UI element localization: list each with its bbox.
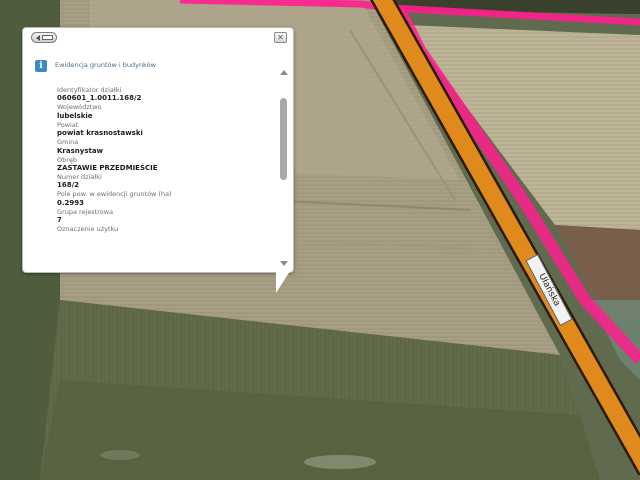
attribute-label: Grupa rejestrowa (57, 207, 114, 216)
attribute-value: ZASTAWIE PRZEDMIEŚCIE (57, 163, 158, 172)
attribute-label: Numer działki (57, 172, 102, 181)
attribute-row: Powiat powiat krasnostawski (57, 121, 273, 138)
scroll-up-icon[interactable] (280, 70, 288, 75)
attribute-row: Numer działki 168/2 (57, 173, 273, 190)
attribute-list: Identyfikator działki 060601_1.0011.168/… (57, 86, 273, 268)
attribute-value: 7 (57, 216, 62, 225)
attribute-value: 060601_1.0011.168/2 (57, 94, 142, 103)
attribute-row: Grupa rejestrowa 7 (57, 208, 273, 225)
attribute-label: Powiat (57, 120, 79, 129)
popup-toolbar: ✕ (23, 28, 293, 46)
attribute-value: powiat krasnostawski (57, 129, 143, 138)
attribute-row: Identyfikator działki 060601_1.0011.168/… (57, 86, 273, 103)
attribute-label: Oznaczenie użytku (57, 225, 119, 234)
attribute-row: Województwo lubelskie (57, 103, 273, 120)
close-icon[interactable]: ✕ (274, 32, 287, 43)
attribute-value: lubelskie (57, 111, 93, 120)
layer-title: Ewidencja gruntów i budynków (55, 61, 156, 69)
attribute-row: Gmina Krasnystaw (57, 138, 273, 155)
attribute-value: Krasnystaw (57, 146, 104, 155)
back-arrow-icon[interactable] (31, 32, 57, 43)
attribute-value: 0.2993 (57, 198, 85, 207)
attribute-value (57, 234, 273, 243)
info-icon: i (35, 60, 47, 72)
attribute-row: Oznaczenie użytku (57, 225, 273, 242)
attribute-label: Gmina (57, 138, 79, 147)
attribute-label: Pole pow. w ewidencji gruntów (ha) (57, 190, 172, 199)
attribute-value: 168/2 (57, 181, 80, 190)
popup-scrollbar[interactable] (279, 70, 289, 266)
scroll-down-icon[interactable] (280, 261, 288, 266)
identify-popup: ✕ i Ewidencja gruntów i budynków Identyf… (22, 27, 294, 273)
popup-pointer (276, 271, 290, 293)
attribute-row: Pole pow. w ewidencji gruntów (ha) 0.299… (57, 190, 273, 207)
attribute-label: Województwo (57, 103, 102, 112)
scroll-thumb[interactable] (280, 98, 287, 180)
attribute-label: Identyfikator działki (57, 86, 122, 94)
attribute-label: Obręb (57, 155, 78, 164)
attribute-row: Obręb ZASTAWIE PRZEDMIEŚCIE (57, 156, 273, 173)
